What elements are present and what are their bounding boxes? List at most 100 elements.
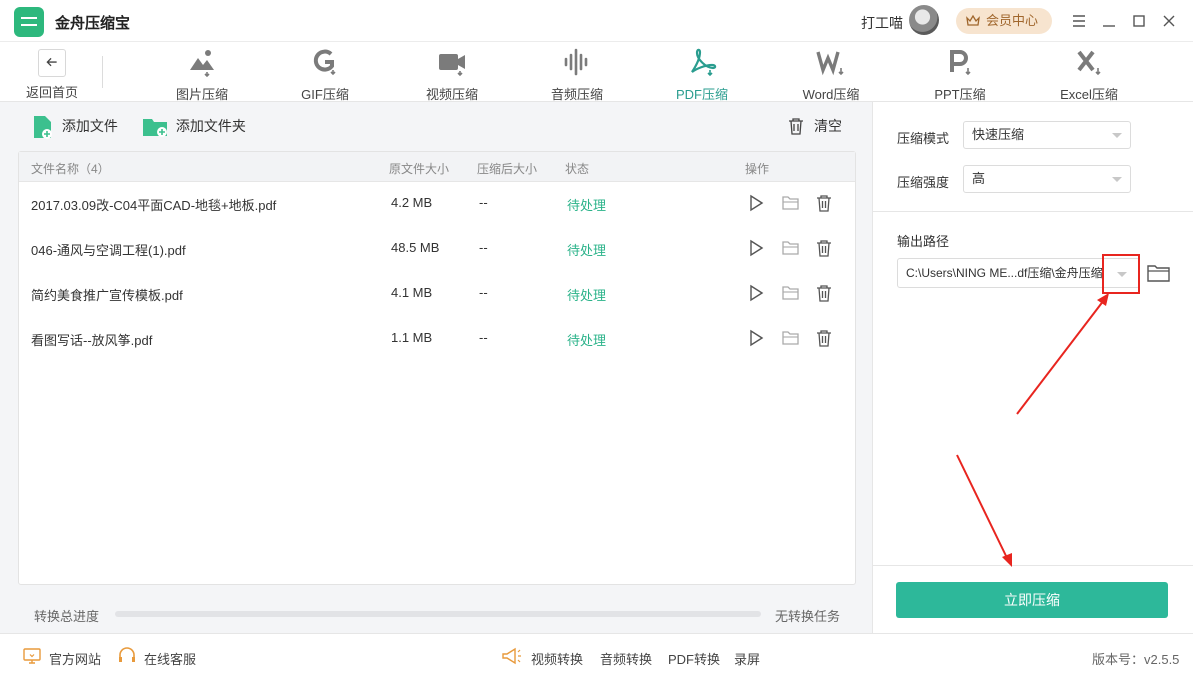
megaphone-icon <box>502 647 521 665</box>
table-row: 简约美食推广宣传模板.pdf 4.1 MB -- 待处理 <box>19 272 855 317</box>
audio-icon <box>564 48 588 76</box>
status-badge: 待处理 <box>567 243 607 258</box>
file-size: 4.2 MB <box>391 195 433 210</box>
clear-label: 清空 <box>814 118 842 134</box>
close-icon[interactable] <box>1159 11 1179 31</box>
open-folder-icon[interactable] <box>781 328 801 348</box>
strength-label: 压缩强度 <box>897 175 950 190</box>
tab-gif-compress[interactable]: GIF压缩 <box>275 46 375 102</box>
website-link[interactable]: 官方网站 <box>49 649 101 668</box>
tab-video-compress[interactable]: 视频压缩 <box>402 46 502 102</box>
compressed-size: -- <box>479 195 488 210</box>
back-button[interactable] <box>38 49 66 77</box>
app-logo <box>14 7 44 37</box>
table-row: 2017.03.09改-C04平面CAD-地毯+地板.pdf 4.2 MB --… <box>19 182 855 227</box>
mode-select[interactable]: 快速压缩 <box>963 121 1131 149</box>
settings-pane: 压缩模式 快速压缩 压缩强度 高 输出路径 C:\Users\NING ME..… <box>873 102 1193 633</box>
folder-add-icon <box>143 119 167 138</box>
compress-now-button[interactable]: 立即压缩 <box>896 582 1168 618</box>
open-folder-icon[interactable] <box>781 238 801 258</box>
back-label[interactable]: 返回首页 <box>26 82 78 101</box>
image-icon <box>190 50 214 78</box>
compressed-size: -- <box>479 285 488 300</box>
tab-label: Word压缩 <box>802 87 860 102</box>
clear-button[interactable]: 清空 <box>788 114 842 138</box>
divider <box>873 211 1193 212</box>
tab-excel-compress[interactable]: Excel压缩 <box>1039 46 1139 102</box>
minimize-icon[interactable] <box>1099 11 1119 31</box>
add-folder-label: 添加文件夹 <box>175 118 246 134</box>
menu-icon[interactable] <box>1069 11 1089 31</box>
tab-ppt-compress[interactable]: PPT压缩 <box>910 46 1010 102</box>
file-size: 4.1 MB <box>391 285 433 300</box>
version-label: 版本号：v2.5.5 <box>1092 652 1180 667</box>
footer-link-video[interactable]: 视频转换 <box>531 649 583 668</box>
delete-icon[interactable] <box>814 283 834 303</box>
chevron-down-icon <box>1112 177 1122 182</box>
progress-label: 转换总进度 <box>34 609 100 624</box>
strength-select[interactable]: 高 <box>963 165 1131 193</box>
header-name: 文件名称（4） <box>31 162 110 176</box>
header-compressed-size: 压缩后大小 <box>477 162 538 176</box>
compressed-size: -- <box>479 330 488 345</box>
tab-pdf-compress[interactable]: PDF压缩 <box>652 46 752 102</box>
file-name: 046-通风与空调工程(1).pdf <box>31 243 186 258</box>
tab-word-compress[interactable]: Word压缩 <box>781 46 881 102</box>
file-name: 简约美食推广宣传模板.pdf <box>31 288 183 303</box>
word-icon <box>816 51 844 76</box>
username[interactable]: 打工喵 <box>861 13 903 33</box>
toolbar-divider <box>102 56 103 88</box>
excel-icon <box>1077 50 1101 76</box>
file-name: 看图写话--放风筝.pdf <box>31 333 153 348</box>
delete-icon[interactable] <box>814 238 834 258</box>
title-bar: 金舟压缩宝 打工喵 会员中心 <box>0 0 1193 42</box>
status-badge: 待处理 <box>567 288 607 303</box>
support-link[interactable]: 在线客服 <box>144 649 196 668</box>
footer-link-record[interactable]: 录屏 <box>734 649 760 668</box>
crown-icon <box>966 14 980 26</box>
output-path-dropdown[interactable] <box>1102 254 1140 294</box>
maximize-icon[interactable] <box>1129 11 1149 31</box>
play-icon[interactable] <box>746 193 766 213</box>
output-path-label: 输出路径 <box>897 234 950 249</box>
table-row: 看图写话--放风筝.pdf 1.1 MB -- 待处理 <box>19 317 855 362</box>
file-name: 2017.03.09改-C04平面CAD-地毯+地板.pdf <box>31 198 277 213</box>
play-icon[interactable] <box>746 328 766 348</box>
tab-label: PDF压缩 <box>675 87 728 102</box>
footer-link-pdf[interactable]: PDF转换 <box>668 649 720 668</box>
vip-center-label: 会员中心 <box>986 13 1039 28</box>
progress-status: 无转换任务 <box>775 609 841 624</box>
compressed-size: -- <box>479 240 488 255</box>
gif-icon <box>313 49 336 76</box>
status-badge: 待处理 <box>567 333 607 348</box>
open-folder-icon[interactable] <box>781 283 801 303</box>
divider <box>873 565 1193 566</box>
file-size: 48.5 MB <box>391 240 440 255</box>
tab-image-compress[interactable]: 图片压缩 <box>152 46 252 102</box>
footer: 官方网站 在线客服 视频转换 音频转换 PDF转换 录屏 版本号：v2.5.5 <box>0 633 1193 676</box>
add-file-button[interactable]: 添加文件 <box>32 114 118 140</box>
headset-icon <box>119 647 135 662</box>
tab-label: GIF压缩 <box>301 87 349 102</box>
table-row: 046-通风与空调工程(1).pdf 48.5 MB -- 待处理 <box>19 227 855 272</box>
file-list: 文件名称（4） 原文件大小 压缩后大小 状态 操作 2017.03.09改-C0… <box>18 151 856 585</box>
header-original-size: 原文件大小 <box>389 162 450 176</box>
delete-icon[interactable] <box>814 328 834 348</box>
play-icon[interactable] <box>746 238 766 258</box>
progress-bar <box>115 611 761 617</box>
play-icon[interactable] <box>746 283 766 303</box>
open-folder-icon[interactable] <box>781 193 801 213</box>
avatar[interactable] <box>909 5 939 35</box>
header-ops: 操作 <box>745 162 770 176</box>
tab-audio-compress[interactable]: 音频压缩 <box>527 46 627 102</box>
app-title: 金舟压缩宝 <box>55 15 131 32</box>
add-folder-button[interactable]: 添加文件夹 <box>142 114 246 138</box>
trash-icon <box>789 118 803 135</box>
footer-link-audio[interactable]: 音频转换 <box>600 649 652 668</box>
tab-label: PPT压缩 <box>934 87 986 102</box>
browse-folder-icon[interactable] <box>1147 263 1171 283</box>
delete-icon[interactable] <box>814 193 834 213</box>
strength-value: 高 <box>972 171 986 186</box>
chevron-down-icon <box>1112 133 1122 138</box>
vip-center-button[interactable]: 会员中心 <box>956 8 1052 34</box>
